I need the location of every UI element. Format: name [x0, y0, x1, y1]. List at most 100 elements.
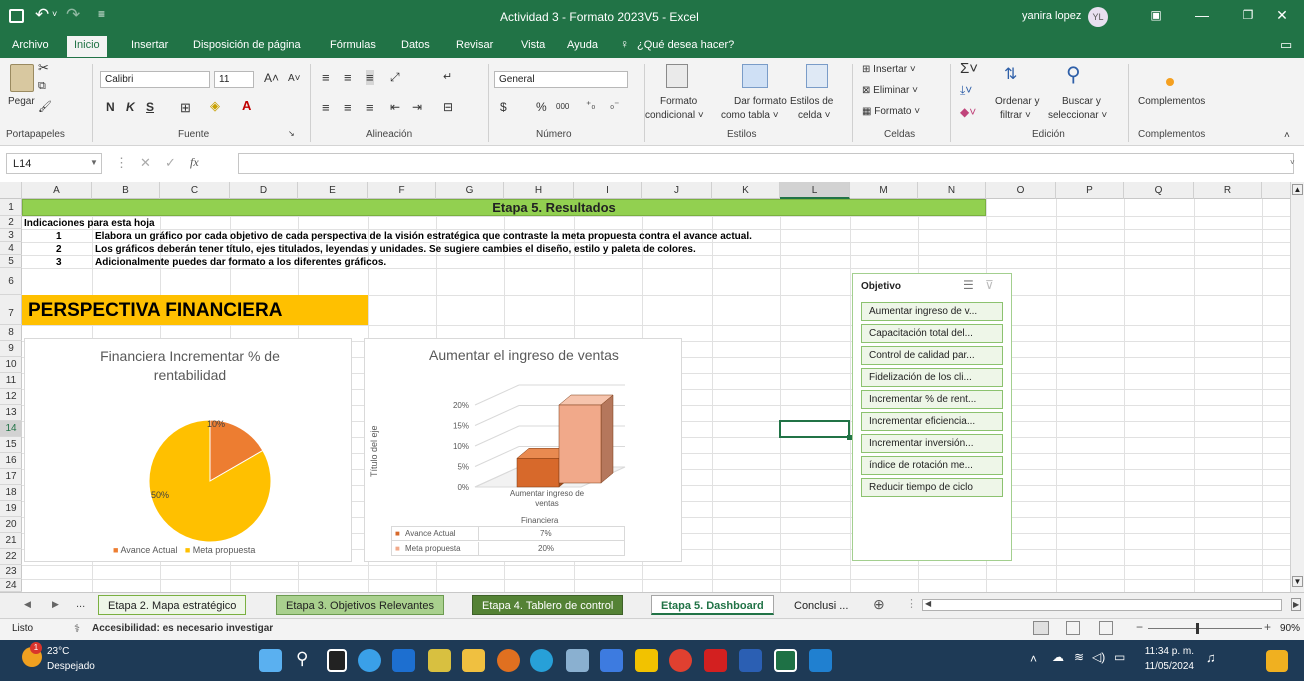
column-header[interactable]: M: [850, 182, 918, 199]
menu-ayuda[interactable]: Ayuda: [567, 39, 598, 51]
page-layout-icon[interactable]: [1066, 621, 1080, 635]
orientation-icon[interactable]: ⤢: [390, 70, 400, 85]
number-format-select[interactable]: General: [494, 71, 628, 88]
row-header[interactable]: 7: [0, 295, 22, 325]
item-text[interactable]: Los gráficos deberán tener título, ejes …: [95, 244, 696, 255]
slicer-item[interactable]: Incrementar eficiencia...: [861, 412, 1003, 431]
column-header[interactable]: G: [436, 182, 504, 199]
next-sheet-icon[interactable]: ▶: [52, 599, 59, 610]
align-top-icon[interactable]: ≡: [322, 70, 330, 85]
task-view-icon[interactable]: [327, 649, 347, 672]
align-left-icon[interactable]: ≡: [322, 100, 330, 115]
scroll-left-icon[interactable]: ◀: [925, 599, 931, 608]
more-sheets-button[interactable]: ...: [76, 598, 85, 610]
slicer-item[interactable]: Fidelización de los cli...: [861, 368, 1003, 387]
column-header[interactable]: E: [298, 182, 368, 199]
fill-icon[interactable]: ⤓˅: [960, 83, 972, 98]
row-header[interactable]: 16: [0, 453, 22, 469]
column-header[interactable]: A: [22, 182, 92, 199]
wrap-text-icon[interactable]: ↵: [443, 70, 452, 83]
menu-insertar[interactable]: Insertar: [131, 39, 168, 51]
wifi-icon[interactable]: ≋: [1074, 650, 1084, 664]
font-dialog-launcher-icon[interactable]: ↘: [288, 129, 295, 138]
insert-cells-button[interactable]: ⊞ Insertar ˅: [862, 64, 916, 75]
prev-sheet-icon[interactable]: ◀: [24, 599, 31, 610]
row-header[interactable]: 6: [0, 268, 22, 295]
column-header[interactable]: O: [986, 182, 1056, 199]
column-header[interactable]: B: [92, 182, 160, 199]
show-hidden-icons[interactable]: ˄: [1030, 652, 1037, 666]
menu-archivo[interactable]: Archivo: [12, 39, 49, 51]
file-explorer-icon[interactable]: [635, 649, 658, 672]
item-text[interactable]: Adicionalmente puedes dar formato a los …: [95, 257, 386, 268]
word-icon[interactable]: [739, 649, 762, 672]
select-all-corner[interactable]: [0, 182, 22, 199]
ribbon-display-icon[interactable]: ▣: [1133, 0, 1179, 34]
app-installer-icon[interactable]: [566, 649, 589, 672]
format-cells-button[interactable]: ▦ Formato ˅: [862, 106, 920, 117]
pie-chart[interactable]: Financiera Incrementar % de rentabilidad…: [24, 338, 352, 562]
item-text[interactable]: Elabora un gráfico por cada objetivo de …: [95, 231, 752, 242]
menu-inicio[interactable]: Inicio: [67, 36, 107, 57]
tab-conclusiones[interactable]: Conclusi ...: [784, 595, 859, 615]
column-header[interactable]: J: [642, 182, 712, 199]
search-icon[interactable]: ⚲: [296, 649, 308, 669]
bold-button[interactable]: N: [106, 100, 115, 114]
network-icon[interactable]: ☁: [1052, 650, 1064, 664]
tab-etapa3[interactable]: Etapa 3. Objetivos Relevantes: [276, 595, 444, 615]
format-table-icon[interactable]: [742, 64, 768, 88]
multi-select-icon[interactable]: ☰: [963, 278, 974, 292]
row-header[interactable]: 10: [0, 357, 22, 373]
cell-styles-label-1[interactable]: Estilos de: [790, 96, 833, 107]
menu-revisar[interactable]: Revisar: [456, 39, 493, 51]
increase-decimal-icon[interactable]: ⁺₀: [586, 100, 595, 111]
indications-header[interactable]: Indicaciones para esta hoja: [24, 218, 155, 229]
column-header[interactable]: R: [1194, 182, 1262, 199]
enter-icon[interactable]: ✓: [165, 155, 176, 171]
addins-button[interactable]: Complementos: [1138, 96, 1205, 107]
find-select-icon[interactable]: ⚲: [1066, 62, 1081, 87]
item-number[interactable]: 1: [56, 231, 62, 242]
autosum-icon[interactable]: Σ˅: [960, 60, 978, 77]
app-browser-icon[interactable]: [497, 649, 520, 672]
insert-function-button[interactable]: fx: [190, 155, 199, 170]
undo-icon[interactable]: ↶: [35, 5, 49, 25]
row-header[interactable]: 14: [0, 421, 22, 437]
shrink-font-icon[interactable]: A˅: [288, 73, 301, 84]
chrome-icon[interactable]: [669, 649, 692, 672]
column-header[interactable]: K: [712, 182, 780, 199]
zoom-slider[interactable]: [1148, 623, 1262, 634]
thousands-button[interactable]: 000: [556, 102, 569, 111]
user-name[interactable]: yanira lopez: [1022, 10, 1081, 22]
format-table-label-1[interactable]: Dar formato: [734, 96, 787, 107]
slicer-item[interactable]: índice de rotación me...: [861, 456, 1003, 475]
vertical-scrollbar[interactable]: ▲ ▼: [1290, 182, 1304, 592]
photos-icon[interactable]: [809, 649, 832, 672]
row-header[interactable]: 12: [0, 389, 22, 405]
customize-toolbar-icon[interactable]: ≡: [98, 7, 105, 21]
item-number[interactable]: 2: [56, 244, 62, 255]
avatar[interactable]: YL: [1088, 7, 1108, 27]
row-header[interactable]: 11: [0, 373, 22, 389]
paste-button[interactable]: Pegar: [8, 96, 35, 107]
accessibility-icon[interactable]: ⚕: [74, 622, 80, 635]
align-middle-icon[interactable]: ≡: [344, 70, 352, 85]
tell-me-search[interactable]: ¿Qué desea hacer?: [637, 39, 734, 51]
merge-center-icon[interactable]: ⊟: [443, 100, 453, 114]
find-label-2[interactable]: seleccionar ˅: [1048, 110, 1107, 121]
name-box[interactable]: L14: [6, 153, 102, 174]
results-title-banner[interactable]: Etapa 5. Resultados: [22, 199, 986, 216]
sort-filter-icon[interactable]: ⇅: [1004, 64, 1017, 84]
tab-etapa2[interactable]: Etapa 2. Mapa estratégico: [98, 595, 247, 615]
name-box-dropdown-icon[interactable]: ▼: [90, 158, 98, 167]
clear-filter-icon[interactable]: ⊽: [985, 278, 994, 292]
normal-view-icon[interactable]: [1033, 621, 1049, 635]
vscode-icon[interactable]: [600, 649, 623, 672]
row-header[interactable]: 5: [0, 255, 22, 268]
column-header[interactable]: H: [504, 182, 574, 199]
tab-etapa4[interactable]: Etapa 4. Tablero de control: [472, 595, 624, 615]
font-name-select[interactable]: Calibri: [100, 71, 210, 88]
column-header[interactable]: P: [1056, 182, 1124, 199]
italic-button[interactable]: K: [126, 100, 135, 114]
column-header[interactable]: L: [780, 182, 850, 199]
